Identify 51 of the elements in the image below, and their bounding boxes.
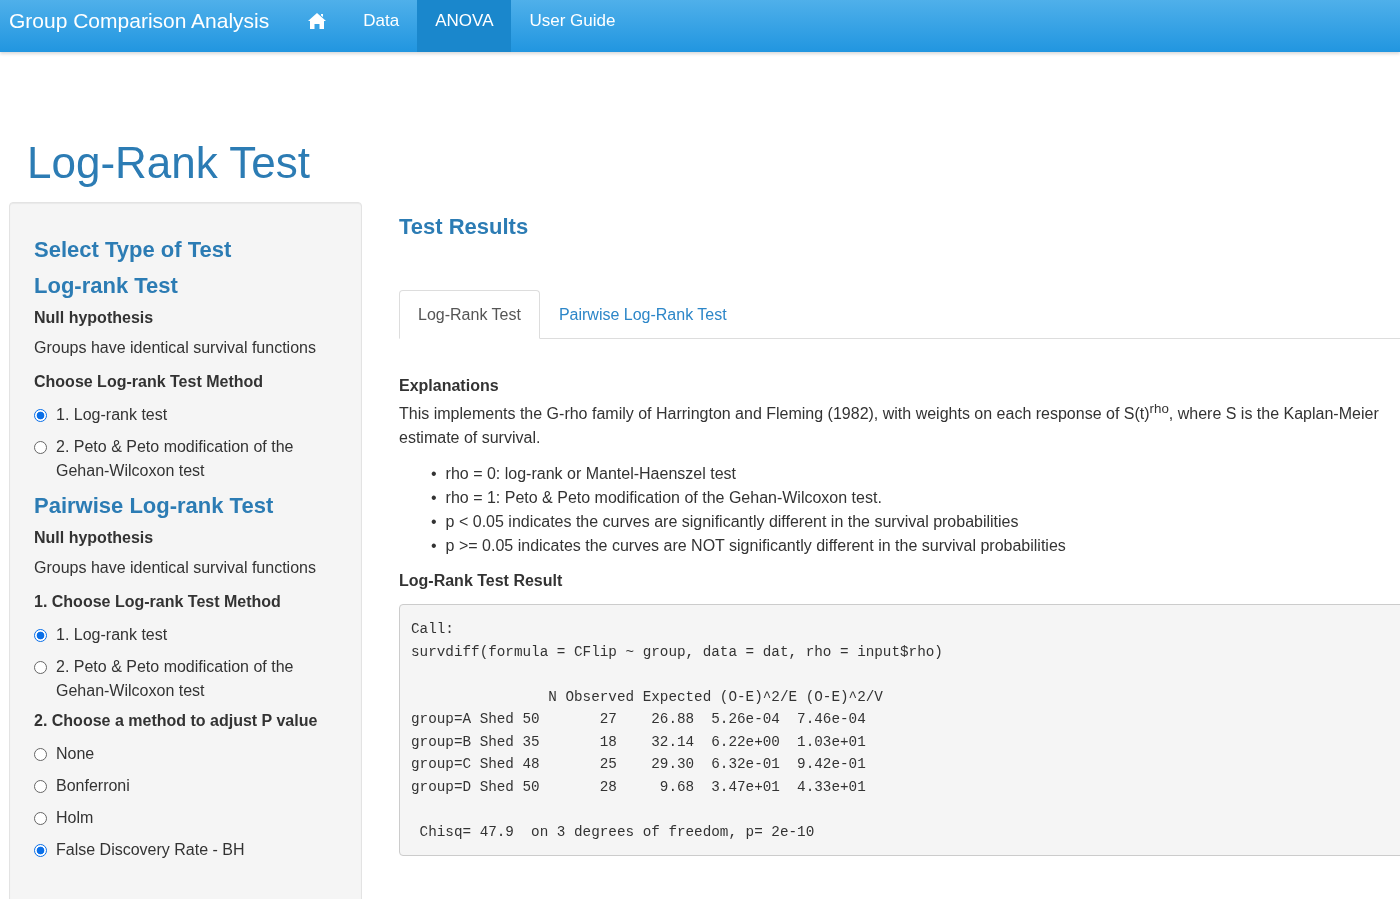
radio-button[interactable] [34, 748, 47, 761]
radio-label[interactable]: Bonferroni [56, 774, 130, 798]
output-line: N Observed Expected (O-E)^2/E (O-E)^2/V [547, 687, 884, 707]
radio-button[interactable] [34, 661, 47, 674]
bullet-marker: • [431, 488, 437, 509]
field-label: 2. Choose a method to adjust P value [34, 712, 319, 730]
explanations-heading: Explanations [399, 377, 500, 395]
section-heading: Log-rank Test [34, 273, 179, 299]
home-icon [307, 12, 328, 30]
explanation-text: This implements the G-rho family of Harrington and Fleming (1982), with weights on each response of S(t)$^{rho}$, where S is the Kaplan-Meier estimate of survival. [399, 400, 1380, 449]
tab[interactable]: Pairwise Log-Rank Test [539, 290, 746, 339]
result-heading: Log-Rank Test Result [399, 572, 564, 591]
tab[interactable]: Log-Rank Test [399, 290, 540, 339]
output-line: survdiff(formula = CFlip ~ group, data = dat, rho = input$rho) [411, 642, 944, 662]
radio-label[interactable]: 1. Log-rank test [56, 403, 168, 427]
output-line: group=A Shed 50 27 26.88 5.26e-04 7.46e-04 [411, 710, 867, 730]
bullet-item: p >= 0.05 indicates the curves are NOT significantly different in the survival probabilities [445, 536, 1066, 557]
radio-label[interactable]: 2. Peto & Peto modification of the Gehan-Wilcoxon test [56, 435, 337, 483]
section-heading: Select Type of Test [34, 237, 233, 263]
output-line: Call: [411, 620, 455, 640]
field-label: Null hypothesis [34, 309, 155, 327]
bullet-marker: • [431, 464, 437, 485]
field-label: 1. Choose Log-rank Test Method [34, 593, 282, 611]
description-text: Groups have identical survival functions [34, 339, 317, 357]
radio-label[interactable]: 1. Log-rank test [56, 623, 168, 647]
field-label: Choose Log-rank Test Method [34, 373, 265, 391]
radio-button[interactable] [34, 629, 47, 642]
field-label: Null hypothesis [34, 529, 155, 547]
radio-label[interactable]: Holm [56, 806, 94, 830]
bullet-item: p < 0.05 indicates the curves are significantly different in the survival probabilities [445, 512, 1019, 533]
radio-button[interactable] [34, 812, 47, 825]
bullet-item: rho = 1: Peto & Peto modification of the Gehan-Wilcoxon test. [445, 488, 882, 509]
output-line: Chisq= 47.9 on 3 degrees of freedom, p= 2e-10 [418, 822, 816, 842]
description-text: Groups have identical survival functions [34, 559, 317, 577]
radio-button[interactable] [34, 844, 47, 857]
output-line: group=D Shed 50 28 9.68 3.47e+01 4.33e+01 [411, 777, 867, 797]
bullet-item: rho = 0: log-rank or Mantel-Haenszel test [445, 464, 736, 485]
section-heading: Pairwise Log-rank Test [34, 493, 275, 519]
radio-button[interactable] [34, 409, 47, 422]
page-title: Log-Rank Test [27, 138, 311, 188]
radio-label[interactable]: 2. Peto & Peto modification of the Gehan-Wilcoxon test [56, 655, 337, 703]
radio-button[interactable] [34, 780, 47, 793]
output-line: group=B Shed 35 18 32.14 6.22e+00 1.03e+01 [411, 732, 867, 752]
radio-button[interactable] [34, 441, 47, 454]
nav-tab[interactable]: ANOVA [417, 0, 512, 52]
results-heading: Test Results [399, 214, 530, 240]
radio-label[interactable]: None [56, 742, 95, 766]
bullet-marker: • [431, 512, 437, 533]
bullet-marker: • [431, 536, 437, 557]
output-line: group=C Shed 48 25 29.30 6.32e-01 9.42e-01 [411, 755, 867, 775]
radio-label[interactable]: False Discovery Rate - BH [56, 838, 245, 862]
